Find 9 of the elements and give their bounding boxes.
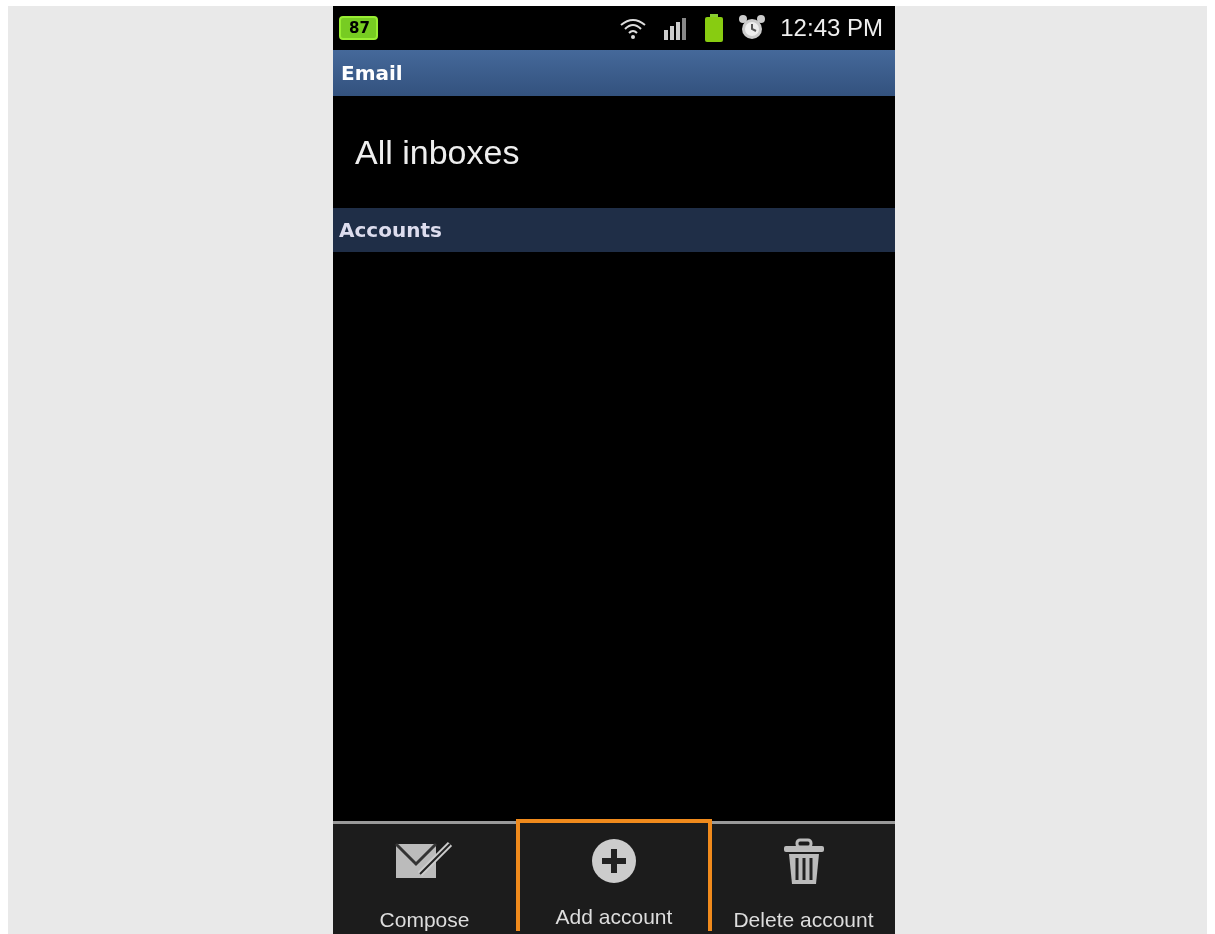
action-button[interactable]: Add account <box>516 819 712 931</box>
section-title: Accounts <box>339 218 442 242</box>
alarm-clock-icon <box>738 14 767 42</box>
notification-badge: 87 <box>339 16 378 40</box>
battery-icon <box>704 14 725 42</box>
app-title: Email <box>341 61 403 85</box>
plus-circle-icon <box>590 837 638 885</box>
all-inboxes-item[interactable]: All inboxes <box>333 96 895 208</box>
clock-time: 12:43 PM <box>780 14 883 42</box>
